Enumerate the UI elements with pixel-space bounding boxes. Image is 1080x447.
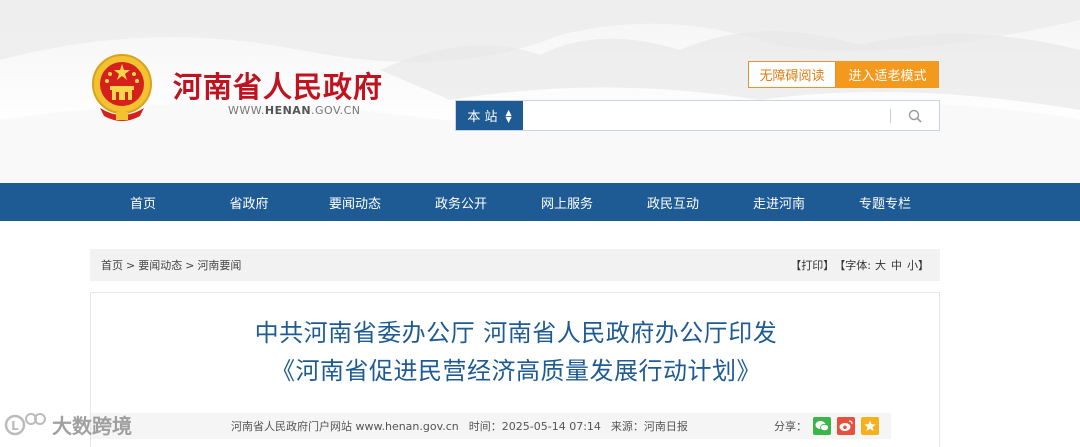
watermark: L 大数跨境 bbox=[4, 410, 132, 439]
nav-interaction[interactable]: 政民互动 bbox=[628, 183, 718, 221]
nav-news[interactable]: 要闻动态 bbox=[310, 183, 400, 221]
font-size-close: 】 bbox=[918, 259, 929, 272]
breadcrumb-separator: > bbox=[126, 258, 136, 272]
nav-home[interactable]: 首页 bbox=[98, 183, 188, 221]
article-title-line1: 中共河南省委办公厅 河南省人民政府办公厅印发 bbox=[254, 319, 778, 347]
breadcrumb-bar: 首页 > 要闻动态 > 河南要闻 【打印】 【字体: 大 中 小 】 bbox=[90, 249, 940, 281]
wechat-icon[interactable] bbox=[813, 417, 831, 435]
site-url: WWW.HENAN.GOV.CN bbox=[228, 104, 361, 117]
search-input[interactable] bbox=[523, 101, 890, 130]
search-icon bbox=[908, 109, 922, 123]
article-time: 时间：2025-05-14 07:14 bbox=[468, 420, 601, 433]
main-nav: 首页 省政府 要闻动态 政务公开 网上服务 政民互动 走进河南 专题专栏 bbox=[0, 183, 1080, 221]
article-source: 河南省人民政府门户网站 www.henan.gov.cn bbox=[231, 420, 459, 433]
breadcrumb: 首页 > 要闻动态 > 河南要闻 bbox=[101, 249, 241, 281]
nav-special-topics[interactable]: 专题专栏 bbox=[840, 183, 930, 221]
national-emblem bbox=[92, 54, 152, 121]
nav-open-affairs[interactable]: 政务公开 bbox=[416, 183, 506, 221]
article-title: 中共河南省委办公厅 河南省人民政府办公厅印发 《河南省促进民营经济高质量发展行动… bbox=[91, 314, 941, 390]
article-panel: 中共河南省委办公厅 河南省人民政府办公厅印发 《河南省促进民营经济高质量发展行动… bbox=[90, 292, 940, 447]
breadcrumb-separator: > bbox=[185, 258, 195, 272]
nav-province-gov[interactable]: 省政府 bbox=[204, 183, 294, 221]
font-small-button[interactable]: 小 bbox=[907, 257, 918, 273]
nav-online-services[interactable]: 网上服务 bbox=[522, 183, 612, 221]
breadcrumb-henan-news[interactable]: 河南要闻 bbox=[197, 257, 241, 273]
share-group: 分享： bbox=[774, 413, 891, 439]
print-button[interactable]: 【打印】 bbox=[790, 257, 834, 273]
weibo-icon[interactable] bbox=[837, 417, 855, 435]
elder-mode-button[interactable]: 进入适老模式 bbox=[836, 61, 939, 88]
article-meta: 河南省人民政府门户网站 www.henan.gov.cn 时间：2025-05-… bbox=[91, 413, 891, 439]
font-size-label: 【字体: bbox=[834, 259, 871, 272]
watermark-logo-icon: L bbox=[4, 412, 46, 435]
watermark-text: 大数跨境 bbox=[52, 414, 132, 438]
breadcrumb-news[interactable]: 要闻动态 bbox=[138, 257, 182, 273]
breadcrumb-home[interactable]: 首页 bbox=[101, 257, 123, 273]
updown-arrow-icon: ▲ ▼ bbox=[505, 107, 512, 124]
site-header: 河南省人民政府 WWW.HENAN.GOV.CN 无障碍阅读 进入适老模式 本 … bbox=[0, 0, 1080, 183]
search-scope-label: 本 站 bbox=[467, 110, 498, 125]
font-large-button[interactable]: 大 bbox=[875, 257, 886, 273]
article-tools: 【打印】 【字体: 大 中 小 】 bbox=[790, 249, 929, 281]
accessible-reading-button[interactable]: 无障碍阅读 bbox=[748, 61, 836, 88]
qzone-icon[interactable] bbox=[861, 417, 879, 435]
article-origin: 来源：河南日报 bbox=[610, 420, 688, 433]
search-bar: 本 站 ▲ ▼ bbox=[455, 100, 940, 131]
site-title: 河南省人民政府 bbox=[173, 70, 384, 104]
article-title-line2: 《河南省促进民营经济高质量发展行动计划》 bbox=[271, 357, 761, 385]
mountain-background bbox=[0, 0, 1080, 183]
share-label: 分享： bbox=[774, 420, 807, 433]
nav-about-henan[interactable]: 走进河南 bbox=[734, 183, 824, 221]
svg-text:L: L bbox=[11, 419, 19, 433]
search-button[interactable] bbox=[891, 101, 939, 130]
search-scope-select[interactable]: 本 站 ▲ ▼ bbox=[456, 101, 523, 130]
font-medium-button[interactable]: 中 bbox=[891, 257, 902, 273]
